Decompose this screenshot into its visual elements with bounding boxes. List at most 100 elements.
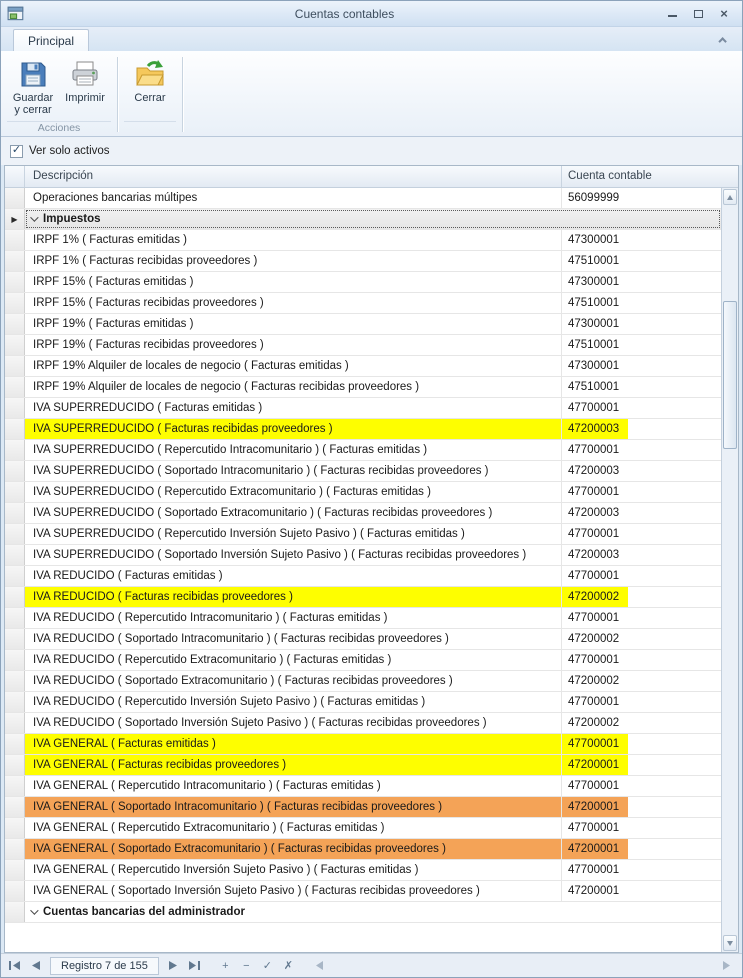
cell-account[interactable]: 47700001: [562, 692, 721, 712]
cell-account[interactable]: 47300001: [562, 314, 721, 334]
cell-account[interactable]: 47510001: [562, 377, 721, 397]
cell-account[interactable]: 47510001: [562, 293, 721, 313]
cell-description[interactable]: IVA SUPERREDUCIDO ( Soportado Inversión …: [25, 545, 562, 565]
cell-account[interactable]: 47700001: [562, 776, 721, 796]
previous-record-button[interactable]: [26, 957, 45, 975]
hscroll-right-button[interactable]: [717, 957, 736, 975]
cell-account[interactable]: 47300001: [562, 272, 721, 292]
save-close-button[interactable]: Guardar y cerrar: [7, 55, 59, 119]
table-row[interactable]: ▶ IRPF 19% Alquiler de locales de negoci…: [5, 377, 721, 398]
ver-solo-activos-checkbox[interactable]: ✓: [10, 145, 23, 158]
scroll-down-button[interactable]: [723, 935, 737, 951]
cell-description[interactable]: IVA REDUCIDO ( Repercutido Extracomunita…: [25, 650, 562, 670]
cell-description[interactable]: IVA SUPERREDUCIDO ( Facturas emitidas ): [25, 398, 562, 418]
next-record-button[interactable]: [164, 957, 183, 975]
cell-account[interactable]: 47700001: [562, 608, 721, 628]
cell-account[interactable]: 47700001: [562, 482, 721, 502]
cell-account[interactable]: 47200003: [562, 545, 721, 565]
cell-account[interactable]: 47300001: [562, 230, 721, 250]
table-row[interactable]: ▶ IVA REDUCIDO ( Repercutido Inversión S…: [5, 692, 721, 713]
table-row[interactable]: ▶ IVA REDUCIDO ( Facturas recibidas prov…: [5, 587, 721, 608]
collapse-chevron-icon[interactable]: [30, 213, 38, 221]
group-row[interactable]: ▶ Cuentas bancarias del administrador: [5, 902, 721, 923]
cell-account[interactable]: 47200002: [562, 671, 721, 691]
group-cell[interactable]: Impuestos: [25, 209, 721, 229]
cell-description[interactable]: IRPF 19% Alquiler de locales de negocio …: [25, 356, 562, 376]
column-header-descripcion[interactable]: Descripción: [25, 166, 562, 187]
table-row[interactable]: ▶ IVA GENERAL ( Repercutido Extracomunit…: [5, 818, 721, 839]
cell-description[interactable]: IVA GENERAL ( Soportado Intracomunitario…: [25, 797, 562, 817]
table-row[interactable]: ▶ IVA REDUCIDO ( Soportado Inversión Suj…: [5, 713, 721, 734]
table-row[interactable]: ▶ IRPF 19% ( Facturas emitidas ) 4730000…: [5, 314, 721, 335]
cell-account[interactable]: 47300001: [562, 356, 721, 376]
table-row[interactable]: ▶ IVA GENERAL ( Soportado Extracomunitar…: [5, 839, 721, 860]
cell-account[interactable]: 47200001: [562, 881, 721, 901]
cell-account[interactable]: 47200003: [562, 503, 721, 523]
cell-description[interactable]: IRPF 19% ( Facturas recibidas proveedore…: [25, 335, 562, 355]
cell-description[interactable]: IVA GENERAL ( Soportado Inversión Sujeto…: [25, 881, 562, 901]
cell-description[interactable]: IRPF 19% ( Facturas emitidas ): [25, 314, 562, 334]
table-row[interactable]: ▶ IVA SUPERREDUCIDO ( Soportado Inversió…: [5, 545, 721, 566]
scrollbar-thumb[interactable]: [723, 301, 737, 449]
table-row[interactable]: ▶ IVA REDUCIDO ( Soportado Extracomunita…: [5, 671, 721, 692]
cell-description[interactable]: IVA GENERAL ( Facturas emitidas ): [25, 734, 562, 754]
table-row[interactable]: ▶ IRPF 19% ( Facturas recibidas proveedo…: [5, 335, 721, 356]
table-row[interactable]: ▶ IVA REDUCIDO ( Soportado Intracomunita…: [5, 629, 721, 650]
cell-description[interactable]: IVA GENERAL ( Repercutido Inversión Suje…: [25, 860, 562, 880]
cell-account[interactable]: 47200001: [562, 797, 721, 817]
table-row[interactable]: ▶ IVA SUPERREDUCIDO ( Repercutido Intrac…: [5, 440, 721, 461]
group-row[interactable]: ▶ Impuestos: [5, 209, 721, 230]
cell-account[interactable]: 47200003: [562, 419, 721, 439]
hscroll-left-button[interactable]: [310, 957, 329, 975]
cell-account[interactable]: 47700001: [562, 860, 721, 880]
table-row[interactable]: ▶ IVA GENERAL ( Facturas emitidas ) 4770…: [5, 734, 721, 755]
table-row[interactable]: ▶ IVA GENERAL ( Soportado Intracomunitar…: [5, 797, 721, 818]
cell-description[interactable]: IVA SUPERREDUCIDO ( Repercutido Intracom…: [25, 440, 562, 460]
table-row[interactable]: ▶ Operaciones bancarias múltipes 5609999…: [5, 188, 721, 209]
table-row[interactable]: ▶ IVA REDUCIDO ( Repercutido Intracomuni…: [5, 608, 721, 629]
cell-description[interactable]: IVA REDUCIDO ( Repercutido Intracomunita…: [25, 608, 562, 628]
cell-description[interactable]: IVA REDUCIDO ( Soportado Extracomunitari…: [25, 671, 562, 691]
maximize-button[interactable]: [690, 6, 706, 22]
collapse-chevron-icon[interactable]: [30, 906, 38, 914]
table-row[interactable]: ▶ IVA REDUCIDO ( Repercutido Extracomuni…: [5, 650, 721, 671]
cell-description[interactable]: IVA GENERAL ( Repercutido Extracomunitar…: [25, 818, 562, 838]
table-row[interactable]: ▶ IRPF 1% ( Facturas emitidas ) 47300001: [5, 230, 721, 251]
cell-account[interactable]: 47700001: [562, 398, 721, 418]
cell-description[interactable]: IRPF 19% Alquiler de locales de negocio …: [25, 377, 562, 397]
cell-description[interactable]: IRPF 1% ( Facturas recibidas proveedores…: [25, 251, 562, 271]
append-record-button[interactable]: +: [216, 957, 235, 975]
cell-account[interactable]: 47700001: [562, 818, 721, 838]
table-row[interactable]: ▶ IVA GENERAL ( Facturas recibidas prove…: [5, 755, 721, 776]
cancel-edit-button[interactable]: ✗: [279, 957, 298, 975]
cell-description[interactable]: IVA REDUCIDO ( Facturas emitidas ): [25, 566, 562, 586]
cell-account[interactable]: 47700001: [562, 650, 721, 670]
delete-record-button[interactable]: −: [237, 957, 256, 975]
cell-description[interactable]: IVA GENERAL ( Soportado Extracomunitario…: [25, 839, 562, 859]
cell-description[interactable]: IVA SUPERREDUCIDO ( Facturas recibidas p…: [25, 419, 562, 439]
cell-description[interactable]: IVA SUPERREDUCIDO ( Soportado Intracomun…: [25, 461, 562, 481]
column-header-cuenta-contable[interactable]: Cuenta contable: [562, 166, 738, 187]
cell-account[interactable]: 56099999: [562, 188, 721, 208]
cell-description[interactable]: IVA REDUCIDO ( Facturas recibidas provee…: [25, 587, 562, 607]
ribbon-collapse-button[interactable]: [716, 33, 732, 47]
end-edit-button[interactable]: ✓: [258, 957, 277, 975]
tab-principal[interactable]: Principal: [13, 29, 89, 51]
cell-description[interactable]: IVA REDUCIDO ( Soportado Inversión Sujet…: [25, 713, 562, 733]
cell-description[interactable]: IVA GENERAL ( Repercutido Intracomunitar…: [25, 776, 562, 796]
print-button[interactable]: Imprimir: [59, 55, 111, 117]
cell-description[interactable]: IVA SUPERREDUCIDO ( Repercutido Extracom…: [25, 482, 562, 502]
cell-description[interactable]: IVA REDUCIDO ( Repercutido Inversión Suj…: [25, 692, 562, 712]
cell-description[interactable]: IVA SUPERREDUCIDO ( Soportado Extracomun…: [25, 503, 562, 523]
cell-account[interactable]: 47700001: [562, 734, 721, 754]
cell-account[interactable]: 47200001: [562, 755, 721, 775]
table-row[interactable]: ▶ IRPF 15% ( Facturas emitidas ) 4730000…: [5, 272, 721, 293]
cell-account[interactable]: 47200002: [562, 629, 721, 649]
table-row[interactable]: ▶ IRPF 1% ( Facturas recibidas proveedor…: [5, 251, 721, 272]
cell-account[interactable]: 47510001: [562, 251, 721, 271]
table-row[interactable]: ▶ IRPF 15% ( Facturas recibidas proveedo…: [5, 293, 721, 314]
last-record-button[interactable]: [185, 957, 204, 975]
table-row[interactable]: ▶ IVA SUPERREDUCIDO ( Facturas recibidas…: [5, 419, 721, 440]
table-row[interactable]: ▶ IVA SUPERREDUCIDO ( Repercutido Invers…: [5, 524, 721, 545]
cell-account[interactable]: 47200001: [562, 839, 721, 859]
